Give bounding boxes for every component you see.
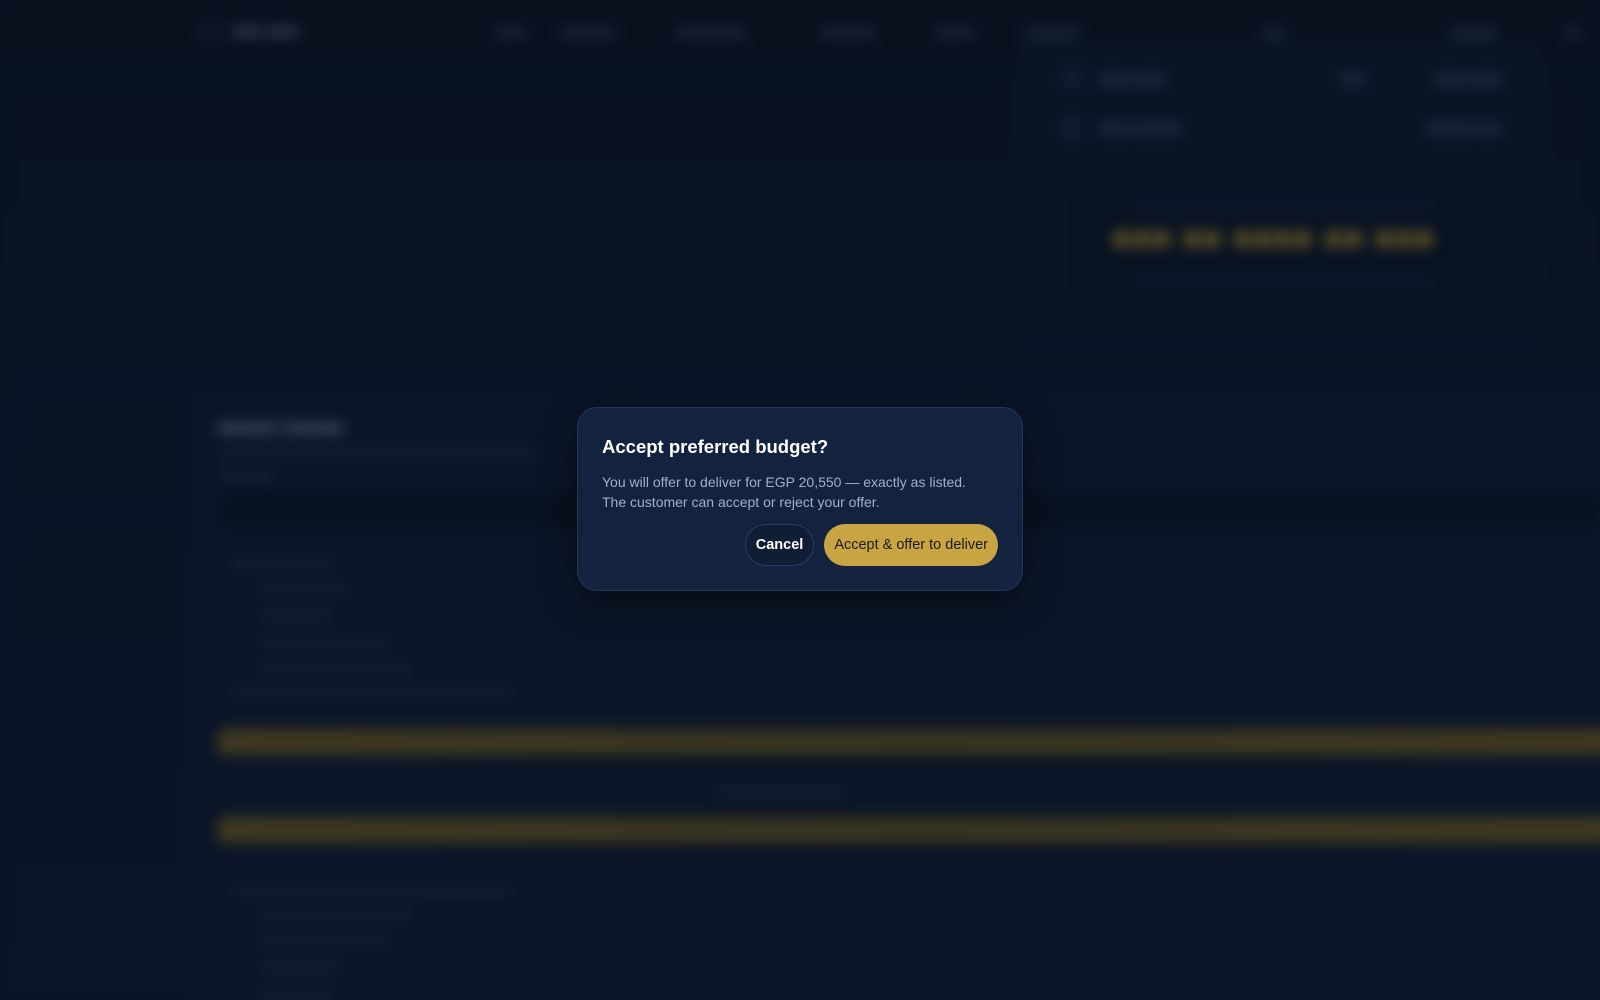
page-root: ■■■ ■■■ ■■■■ ■■■■■■■ ■■■■■■■■■ ■■■■■■■ ■… — [0, 0, 1600, 1000]
accept-offer-button[interactable]: Accept & offer to deliver — [824, 524, 998, 566]
dialog-actions: Cancel Accept & offer to deliver — [744, 524, 998, 566]
dialog-message-line-2: The customer can accept or reject your o… — [602, 494, 880, 510]
cancel-button[interactable]: Cancel — [744, 524, 815, 566]
dialog-message: You will offer to deliver for EGP 20,550… — [602, 472, 998, 512]
dialog-title: Accept preferred budget? — [602, 436, 829, 457]
accept-budget-dialog: Accept preferred budget? You will offer … — [577, 407, 1023, 591]
dialog-message-line-1: You will offer to deliver for EGP 20,550… — [602, 474, 966, 490]
